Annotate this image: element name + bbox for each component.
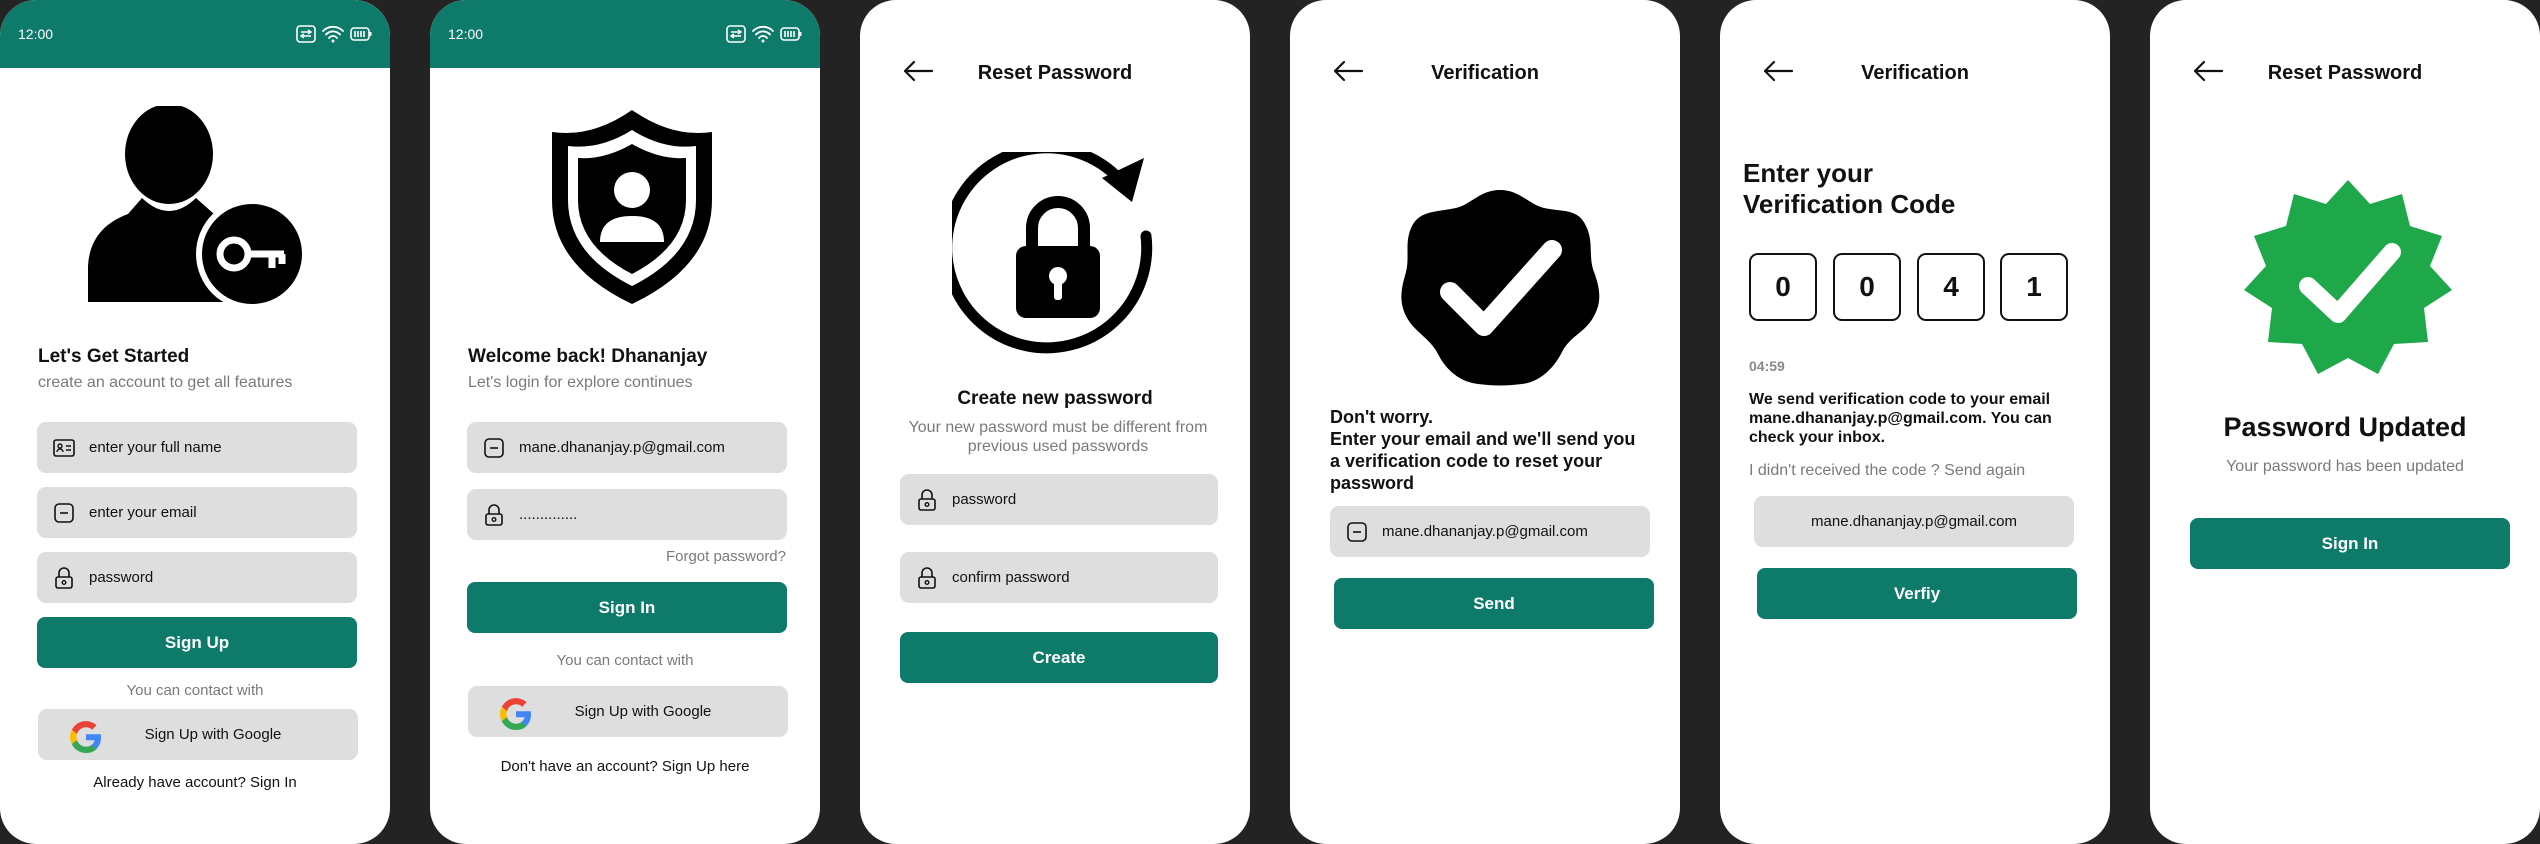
resend-link[interactable]: I didn't received the code ? Send again — [1749, 462, 2025, 480]
email-value: mane.dhananjay.p@gmail.com — [519, 439, 725, 456]
page-subtitle: Your password has been updated — [2226, 458, 2464, 475]
page-subtitle: Your new password must be different from… — [908, 419, 1208, 455]
countdown-timer: 04:59 — [1749, 358, 1785, 374]
signup-screen: 12:00 Let's Get Started create an accoun… — [0, 0, 390, 844]
page-title: Password Updated — [2223, 412, 2467, 442]
battery-icon — [780, 27, 802, 41]
status-bar: 12:00 — [430, 0, 820, 68]
verification-code-screen: Verification Enter your Verification Cod… — [1720, 0, 2110, 844]
otp-digit-4[interactable]: 1 — [2000, 253, 2068, 321]
confirm-password-placeholder: confirm password — [952, 569, 1070, 586]
otp-digit-3[interactable]: 4 — [1917, 253, 1985, 321]
header-title: Verification — [1861, 62, 1969, 84]
email-input[interactable]: mane.dhananjay.p@gmail.com — [467, 422, 787, 473]
instruction-line-2: Enter your email and we'll send you a ve… — [1330, 429, 1636, 493]
page-title: Let's Get Started — [38, 346, 190, 367]
forgot-password-link[interactable]: Forgot password? — [430, 548, 786, 565]
wifi-icon — [322, 25, 344, 43]
page-title: Welcome back! Dhananjay — [468, 346, 708, 367]
page-subtitle: create an account to get all features — [38, 374, 293, 391]
battery-icon — [350, 27, 372, 41]
email-value: mane.dhananjay.p@gmail.com — [1382, 523, 1588, 540]
instruction-text: Don't worry. Enter your email and we'll … — [1330, 406, 1650, 494]
verification-email-screen: Verification Don't worry. Enter your ema… — [1290, 0, 1680, 844]
status-time: 12:00 — [448, 26, 484, 42]
password-value: .............. — [519, 506, 578, 523]
header-bar: Verification — [1290, 58, 1680, 88]
google-icon — [500, 698, 531, 730]
sign-in-link[interactable]: Already have account? Sign In — [0, 774, 390, 791]
lock-reset-icon — [952, 152, 1153, 354]
email-input[interactable]: mane.dhananjay.p@gmail.com — [1330, 506, 1650, 557]
email-value: mane.dhananjay.p@gmail.com — [1811, 513, 2017, 530]
full-name-input[interactable]: enter your full name — [37, 422, 357, 473]
email-icon — [1347, 521, 1367, 542]
sign-up-button[interactable]: Sign Up — [37, 617, 357, 668]
email-display: mane.dhananjay.p@gmail.com — [1754, 496, 2074, 547]
data-saver-icon — [726, 25, 746, 43]
title-line-1: Enter your — [1743, 158, 1874, 188]
header-title: Verification — [1431, 62, 1539, 84]
email-icon — [54, 502, 74, 523]
verified-badge-icon — [1401, 190, 1600, 386]
google-icon — [70, 721, 101, 753]
success-badge-icon — [2244, 180, 2452, 374]
password-placeholder: password — [89, 569, 154, 586]
lock-icon — [918, 566, 936, 589]
title-line-2: Verification Code — [1743, 189, 1956, 219]
google-sign-up-button[interactable]: Sign Up with Google — [468, 686, 788, 737]
otp-digit-1[interactable]: 0 — [1749, 253, 1817, 321]
password-input[interactable]: password — [37, 552, 357, 603]
password-updated-screen: Reset Password Password Updated Your pas… — [2150, 0, 2540, 844]
email-placeholder: enter your email — [89, 504, 197, 521]
header-title: Reset Password — [977, 62, 1133, 84]
id-card-icon — [53, 438, 75, 457]
signin-screen: 12:00 Welcome back! Dhananjay Let's logi… — [430, 0, 820, 844]
lock-icon — [55, 566, 73, 589]
password-placeholder: password — [952, 491, 1017, 508]
header-bar: Reset Password — [860, 58, 1250, 88]
shield-user-icon — [552, 110, 712, 304]
password-input[interactable]: password — [900, 474, 1218, 525]
info-text: We send verification code to your email … — [1749, 391, 2052, 446]
contact-text: You can contact with — [556, 652, 694, 669]
password-input[interactable]: .............. — [467, 489, 787, 540]
status-time: 12:00 — [18, 26, 54, 42]
data-saver-icon — [296, 25, 316, 43]
header-bar: Reset Password — [2150, 58, 2540, 88]
page-subtitle: Let's login for explore continues — [468, 374, 693, 391]
send-button[interactable]: Send — [1334, 578, 1654, 629]
lock-icon — [485, 503, 503, 526]
header-bar: Verification — [1720, 58, 2110, 88]
verify-button[interactable]: Verfiy — [1757, 568, 2077, 619]
reset-password-screen: Reset Password Create new password Your … — [860, 0, 1250, 844]
user-key-icon — [88, 106, 306, 308]
sign-in-button[interactable]: Sign In — [2190, 518, 2510, 569]
sign-up-link[interactable]: Don't have an account? Sign Up here — [430, 758, 820, 775]
wifi-icon — [752, 25, 774, 43]
lock-icon — [918, 488, 936, 511]
full-name-placeholder: enter your full name — [89, 439, 222, 456]
email-icon — [484, 437, 504, 458]
confirm-password-input[interactable]: confirm password — [900, 552, 1218, 603]
create-button[interactable]: Create — [900, 632, 1218, 683]
page-title: Create new password — [957, 388, 1153, 409]
contact-text: You can contact with — [126, 682, 264, 699]
email-input[interactable]: enter your email — [37, 487, 357, 538]
instruction-line-1: Don't worry. — [1330, 407, 1433, 427]
status-bar: 12:00 — [0, 0, 390, 68]
google-sign-up-button[interactable]: Sign Up with Google — [38, 709, 358, 760]
otp-digit-2[interactable]: 0 — [1833, 253, 1901, 321]
header-title: Reset Password — [2267, 62, 2423, 84]
page-title: Enter your Verification Code — [1743, 158, 1955, 220]
sign-in-button[interactable]: Sign In — [467, 582, 787, 633]
